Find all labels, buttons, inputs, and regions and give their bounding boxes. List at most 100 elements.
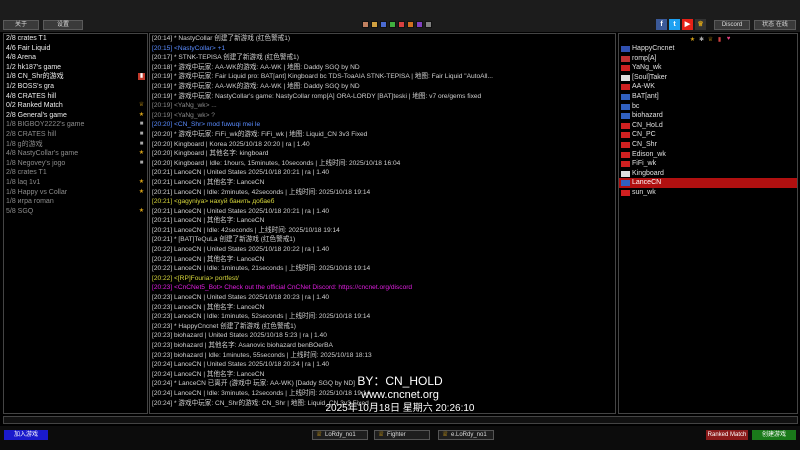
user-name: CN_Shr	[632, 140, 657, 148]
trophy-icon: ♕	[138, 102, 145, 109]
user-list-item[interactable]: sun_wk	[619, 188, 797, 198]
chat-message: [20:20] Kingboard | Idle: 1hours, 15minu…	[152, 159, 401, 167]
color-swatch[interactable]	[371, 21, 378, 28]
user-name: Edison_wk	[632, 150, 666, 158]
game-list-item[interactable]: 2/8 General's game ★	[4, 111, 147, 121]
trophy-icon[interactable]: ♕	[707, 36, 714, 43]
game-slot[interactable]: ♕ LoRdy_no1	[312, 430, 368, 440]
game-list-item[interactable]: 4/8 Arena	[4, 53, 147, 63]
user-list-item[interactable]: Kingboard	[619, 169, 797, 179]
trophy-icon[interactable]: ♕	[695, 19, 706, 30]
game-list-item[interactable]: 1/8 g的游戏 ■	[4, 140, 147, 150]
game-list-item[interactable]: 2/8 CRATES hill ■	[4, 130, 147, 140]
facebook-icon[interactable]: f	[656, 19, 667, 30]
game-slot-label: Fighter	[387, 432, 406, 438]
color-swatch[interactable]	[407, 21, 414, 28]
chat-message: [20:22] LanceCN | 其他名字: LanceCN	[152, 255, 265, 263]
color-swatch[interactable]	[425, 21, 432, 28]
user-list-toolbar: ★ ✱ ♕ ▮ ♥	[619, 34, 797, 44]
game-slot[interactable]: ♕ e.LoRdy_no1	[438, 430, 494, 440]
game-list-item[interactable]: 1/8 laq 1v1 ★	[4, 178, 147, 188]
settings-button[interactable]: 设置	[43, 20, 83, 30]
chat-message: [20:21] <gagyniya> нахуй банить добаеб	[152, 198, 275, 206]
ranked-match-button[interactable]: Ranked Match	[706, 430, 748, 440]
user-list-item[interactable]: FiFi_wk	[619, 159, 797, 169]
trophy-icon: ♕	[378, 431, 385, 438]
user-entries: HappyCncnet romp[A] YaNg_wk [Soul]Taker AA-W…	[619, 44, 797, 198]
chat-message: [20:14] * NastyCollar 创建了新游戏 (红色警戒1)	[152, 35, 291, 42]
user-name: biohazard	[632, 112, 663, 120]
game-list-item[interactable]: 4/6 Fair Liquid	[4, 44, 147, 54]
game-list-item[interactable]: 5/8 SGQ ★	[4, 207, 147, 217]
game-slot[interactable]: ♕ Fighter	[374, 430, 430, 440]
game-list-item[interactable]: 1/8 игра roman	[4, 197, 147, 207]
user-list-item[interactable]: CN_HoLd	[619, 121, 797, 131]
game-list-label: 1/8 g的游戏	[6, 140, 43, 148]
user-name: Kingboard	[632, 169, 664, 177]
user-list-item[interactable]: romp[A]	[619, 54, 797, 64]
join-game-button[interactable]: 加入游戏	[4, 430, 48, 440]
country-flag-icon	[621, 65, 630, 72]
about-button[interactable]: 关于	[3, 20, 39, 30]
user-list-item[interactable]: HappyCncnet	[619, 44, 797, 54]
chat-message: [20:23] LanceCN | 其他名字: LanceCN	[152, 303, 265, 311]
user-list-item[interactable]: CN_Shr	[619, 140, 797, 150]
color-swatch[interactable]	[362, 21, 369, 28]
user-list-item[interactable]: biohazard	[619, 111, 797, 121]
chat-input[interactable]	[3, 416, 798, 424]
country-flag-icon	[621, 141, 630, 148]
user-list-item[interactable]: Edison_wk	[619, 150, 797, 160]
user-list-item[interactable]: [Soul]Taker	[619, 73, 797, 83]
game-list-item[interactable]: 4/8 NastyCollar's game ★	[4, 149, 147, 159]
flag-icon: ▮	[138, 73, 145, 81]
game-list-item[interactable]: 1/8 BIGBOY2222's game ■	[4, 120, 147, 130]
status-button[interactable]: 状态 在线	[754, 20, 796, 30]
game-slot-label: e.LoRdy_no1	[451, 432, 487, 438]
user-list-item[interactable]: BAT[ant]	[619, 92, 797, 102]
color-swatch[interactable]	[398, 21, 405, 28]
user-name: CN_HoLd	[632, 121, 663, 129]
country-flag-icon	[621, 180, 630, 187]
game-list-label: 2/8 CRATES hill	[6, 130, 57, 138]
color-swatch[interactable]	[389, 21, 396, 28]
game-list-label: 1/8 игра roman	[6, 198, 54, 206]
lock-icon: ■	[139, 159, 144, 166]
game-list-item[interactable]: 0/2 Ranked Match ♕	[4, 101, 147, 111]
user-list-item[interactable]: bc	[619, 102, 797, 112]
twitter-icon[interactable]: t	[669, 19, 680, 30]
flag-icon[interactable]: ▮	[716, 36, 723, 43]
user-list-item[interactable]: LanceCN	[619, 178, 797, 188]
chat-message: [20:24] LanceCN | United States 2025/10/…	[152, 361, 330, 369]
game-list-item[interactable]: 4/8 CRATES hill	[4, 92, 147, 102]
user-name: romp[A]	[632, 54, 657, 62]
chat-message: [20:23] * HappyCncnet 创建了新游戏 (红色警戒1)	[152, 322, 297, 330]
game-list-label: 2/8 General's game	[6, 111, 67, 119]
gear-icon[interactable]: ✱	[698, 36, 705, 43]
game-list-label: 1/2 hk187's game	[6, 63, 62, 71]
game-list-item[interactable]: 2/8 crates T1	[4, 168, 147, 178]
user-list-item[interactable]: CN_PC	[619, 130, 797, 140]
game-list-item[interactable]: 1/2 BOSS's gra	[4, 82, 147, 92]
game-list-label: 4/8 NastyCollar's game	[6, 150, 79, 158]
game-list-label: 1/8 Negovey's jogo	[6, 159, 66, 167]
game-list-item[interactable]: 2/8 crates T1	[4, 34, 147, 44]
youtube-icon[interactable]: ▶	[682, 19, 693, 30]
game-list: 2/8 crates T1 4/6 Fair Liquid 4/8 Arena 1/2…	[3, 33, 148, 414]
game-list-item[interactable]: 1/8 Negovey's jogo ■	[4, 159, 147, 169]
game-list-item[interactable]: 1/2 hk187's game	[4, 63, 147, 73]
game-list-item[interactable]: 1/8 Happy vs Collar ★	[4, 188, 147, 198]
game-list-label: 1/2 BOSS's gra	[6, 82, 55, 90]
create-game-button[interactable]: 创建游戏	[752, 430, 796, 440]
heart-icon[interactable]: ♥	[725, 36, 732, 42]
game-list-label: 5/8 SGQ	[6, 207, 34, 215]
user-list-item[interactable]: AA-WK	[619, 82, 797, 92]
game-list-item[interactable]: 1/8 CN_Shr的游戏 ▮	[4, 72, 147, 82]
chat-message: [20:19] * 游戏中玩家: AA-WK的游戏: AA-WK | 地图: D…	[152, 82, 360, 90]
color-swatch[interactable]	[416, 21, 423, 28]
user-name: [Soul]Taker	[632, 73, 668, 81]
chat-message: [20:22] LanceCN | United States 2025/10/…	[152, 246, 330, 254]
star-icon[interactable]: ★	[689, 36, 696, 43]
discord-button[interactable]: Discord	[714, 20, 750, 30]
user-list-item[interactable]: YaNg_wk	[619, 63, 797, 73]
color-swatch[interactable]	[380, 21, 387, 28]
